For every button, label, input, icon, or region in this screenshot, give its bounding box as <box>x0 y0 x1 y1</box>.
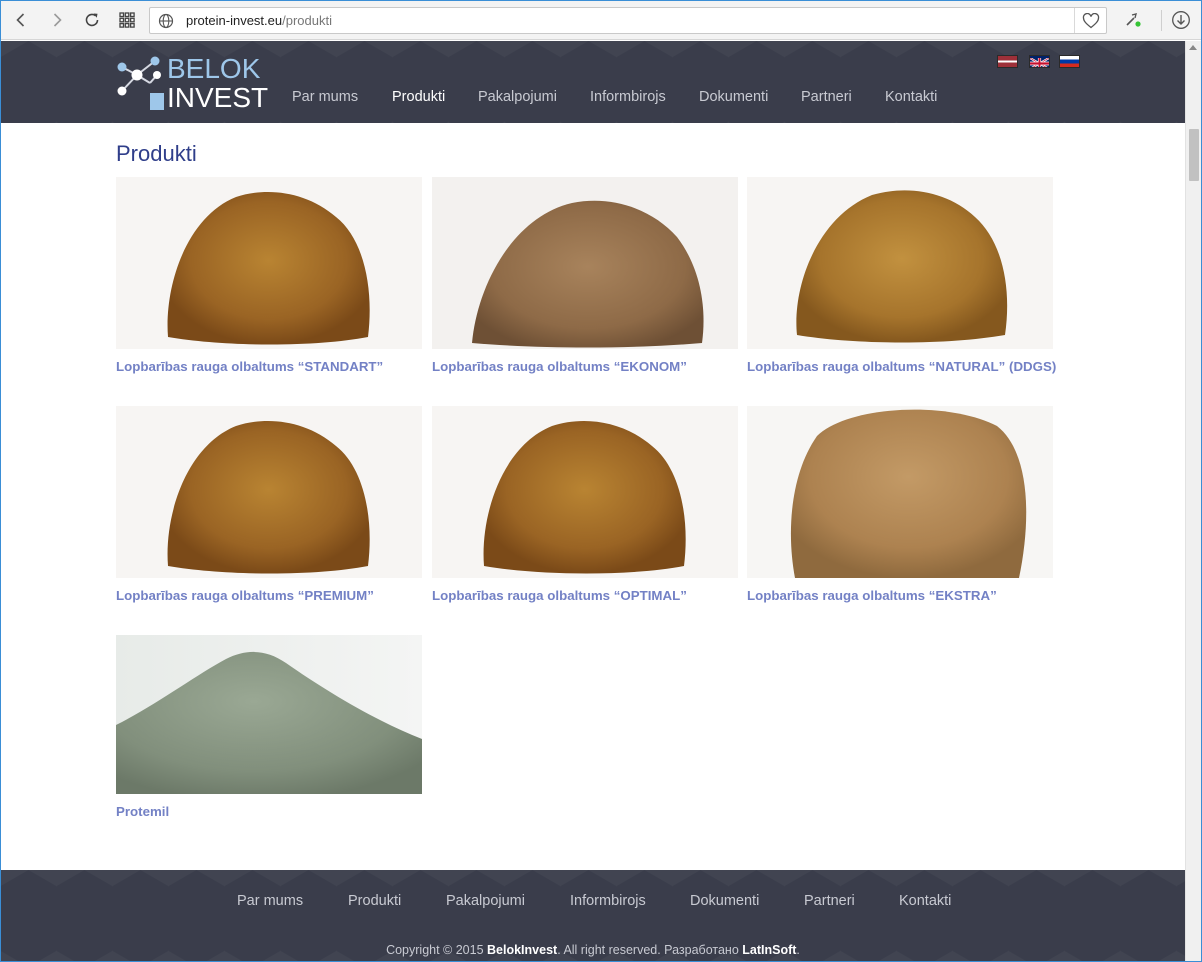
footer-nav-kontakti[interactable]: Kontakti <box>899 893 951 909</box>
footer-nav-pakalpojumi[interactable]: Pakalpojumi <box>446 893 525 909</box>
toolbar-separator <box>1161 10 1162 31</box>
speed-dial-icon[interactable] <box>115 8 139 32</box>
site-header: BELOK INVEST Par mums Produkti Pakalpoju… <box>1 41 1185 123</box>
footer-nav-dokumenti[interactable]: Dokumenti <box>690 893 759 909</box>
footer-nav-produkti[interactable]: Produkti <box>348 893 401 909</box>
product-link[interactable]: Protemil <box>116 804 169 819</box>
page-scrollbar[interactable] <box>1185 41 1201 961</box>
product-image[interactable] <box>116 635 422 794</box>
site-logo[interactable]: BELOK INVEST <box>114 55 268 112</box>
product-link[interactable]: Lopbarības rauga olbaltums “EKONOM” <box>432 359 687 374</box>
footer-nav: Par mums Produkti Pakalpojumi Informbiro… <box>1 893 1185 913</box>
scroll-thumb[interactable] <box>1189 129 1199 181</box>
product-link[interactable]: Lopbarības rauga olbaltums “EKSTRA” <box>747 588 997 603</box>
copyright-middle: . All right reserved. Разработано <box>557 943 743 957</box>
product-image[interactable] <box>116 177 422 349</box>
scroll-up-icon[interactable] <box>1189 45 1197 50</box>
product-image[interactable] <box>116 406 422 578</box>
copyright-developer-link[interactable]: LatInSoft <box>742 943 796 957</box>
globe-icon <box>158 13 174 29</box>
copyright-prefix: Copyright © 2015 <box>386 943 488 957</box>
nav-partneri[interactable]: Partneri <box>801 89 852 105</box>
product-link[interactable]: Lopbarības rauga olbaltums “NATURAL” (DD… <box>747 359 1056 374</box>
address-bar[interactable]: protein-invest.eu/produkti <box>149 7 1107 34</box>
back-icon[interactable] <box>9 8 33 32</box>
page-viewport: BELOK INVEST Par mums Produkti Pakalpoju… <box>1 41 1185 961</box>
logo-text-invest: INVEST <box>167 82 269 113</box>
logo-text-belok: BELOK <box>167 53 261 84</box>
site-footer: Par mums Produkti Pakalpojumi Informbiro… <box>1 870 1185 961</box>
nav-par-mums[interactable]: Par mums <box>292 89 358 105</box>
download-icon[interactable] <box>1169 8 1193 32</box>
page-title: Produkti <box>116 141 197 166</box>
browser-window: protein-invest.eu/produkti BELOK INVEST … <box>0 0 1202 962</box>
url-host: protein-invest.eu <box>186 13 283 28</box>
product-image[interactable] <box>747 177 1053 349</box>
copyright: Copyright © 2015 BelokInvest. All right … <box>1 943 1185 957</box>
url-path: /produkti <box>282 13 332 28</box>
footer-nav-partneri[interactable]: Partneri <box>804 893 855 909</box>
product-link[interactable]: Lopbarības rauga olbaltums “PREMIUM” <box>116 588 374 603</box>
nav-produkti[interactable]: Produkti <box>392 89 445 105</box>
extensions-icon[interactable] <box>1121 8 1145 32</box>
nav-dokumenti[interactable]: Dokumenti <box>699 89 768 105</box>
product-image[interactable] <box>432 406 738 578</box>
reload-icon[interactable] <box>80 8 104 32</box>
nav-pakalpojumi[interactable]: Pakalpojumi <box>478 89 557 105</box>
product-image[interactable] <box>747 406 1053 578</box>
product-link[interactable]: Lopbarības rauga olbaltums “OPTIMAL” <box>432 588 687 603</box>
copyright-company: BelokInvest <box>487 943 558 957</box>
nav-informbirojs[interactable]: Informbirojs <box>590 89 666 105</box>
heart-icon[interactable] <box>1074 8 1106 33</box>
molecule-logo-icon <box>117 56 164 110</box>
footer-nav-informbirojs[interactable]: Informbirojs <box>570 893 646 909</box>
forward-icon[interactable] <box>45 8 69 32</box>
ru-flag-icon[interactable] <box>1059 55 1080 68</box>
lv-flag-icon[interactable] <box>997 55 1018 68</box>
nav-kontakti[interactable]: Kontakti <box>885 89 937 105</box>
url-text[interactable]: protein-invest.eu/produkti <box>186 13 332 28</box>
product-image[interactable] <box>432 177 738 349</box>
product-link[interactable]: Lopbarības rauga olbaltums “STANDART” <box>116 359 383 374</box>
copyright-suffix: . <box>796 943 800 957</box>
footer-nav-par-mums[interactable]: Par mums <box>237 893 303 909</box>
browser-toolbar: protein-invest.eu/produkti <box>1 1 1201 40</box>
en-flag-icon[interactable] <box>1029 55 1050 68</box>
